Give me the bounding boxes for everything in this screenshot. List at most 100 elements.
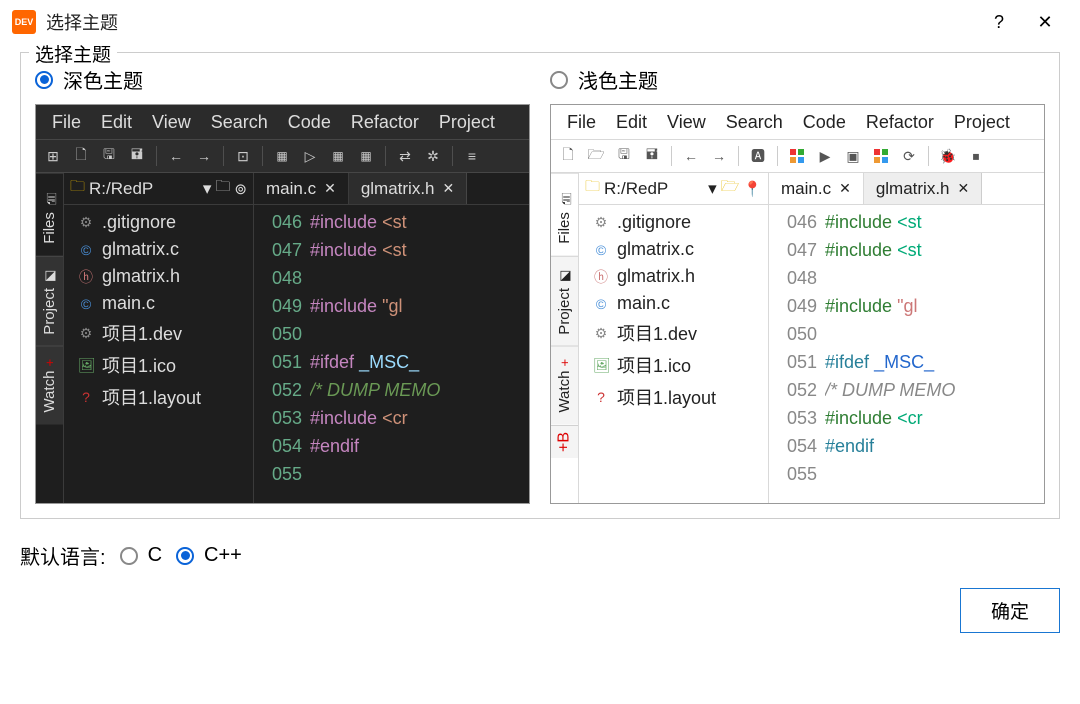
open-icon[interactable]: 🗁 — [585, 145, 607, 167]
path-text[interactable]: R:/RedP — [604, 179, 704, 199]
new-file-icon[interactable]: ⊞ — [42, 145, 64, 167]
save-icon[interactable]: 🖫 — [613, 145, 635, 167]
light-theme-radio[interactable]: 浅色主题 — [550, 65, 1045, 94]
file-item[interactable]: ?项目1.layout — [579, 381, 768, 413]
save-all-icon[interactable]: 🖬 — [641, 145, 663, 167]
sidetab-project[interactable]: Project◩ — [551, 256, 578, 347]
close-tab-icon[interactable]: ✕ — [324, 180, 336, 197]
dropdown-icon[interactable]: ▾ — [708, 179, 717, 199]
close-button[interactable]: ✕ — [1022, 4, 1068, 40]
clean-icon[interactable]: ⟳ — [898, 145, 920, 167]
file-name: .gitignore — [617, 212, 691, 233]
file-item[interactable]: ©glmatrix.c — [64, 236, 253, 263]
ok-button[interactable]: 确定 — [960, 588, 1060, 633]
open-folder-icon[interactable]: 🗀 — [215, 176, 230, 201]
menu-search[interactable]: Search — [201, 108, 278, 137]
pin-icon[interactable]: 📍 — [743, 180, 762, 198]
file-item[interactable]: 🖼项目1.ico — [64, 349, 253, 381]
code-dark[interactable]: #include <st#include <st#include "gl#ifd… — [310, 205, 529, 503]
forward-icon[interactable]: → — [708, 145, 730, 167]
menu-project[interactable]: Project — [944, 108, 1020, 137]
back-icon[interactable]: ← — [165, 145, 187, 167]
file-item[interactable]: ?项目1.layout — [64, 381, 253, 413]
back-icon[interactable]: ← — [680, 145, 702, 167]
editor-tab[interactable]: main.c✕ — [254, 173, 349, 204]
file-item[interactable]: ©main.c — [579, 290, 768, 317]
indent-icon[interactable]: ≡ — [461, 145, 483, 167]
menu-view[interactable]: View — [657, 108, 716, 137]
file-item[interactable]: 🖼项目1.ico — [579, 349, 768, 381]
lang-c-radio[interactable]: C — [120, 544, 162, 567]
sidetab-breakpoints[interactable]: +B — [551, 425, 578, 458]
editor-tab[interactable]: glmatrix.h✕ — [349, 173, 467, 204]
lang-cpp-radio[interactable]: C++ — [176, 544, 242, 567]
save-icon[interactable]: 🖫 — [98, 145, 120, 167]
bug-icon[interactable]: 🐞 — [937, 145, 959, 167]
forward-icon[interactable]: → — [193, 145, 215, 167]
stop-icon[interactable]: ⏹ — [965, 145, 987, 167]
help-button[interactable]: ? — [976, 4, 1022, 40]
locate-icon[interactable]: ⊚ — [234, 180, 247, 198]
menu-edit[interactable]: Edit — [606, 108, 657, 137]
build-icon[interactable] — [786, 145, 808, 167]
sidetab-project[interactable]: Project◩ — [36, 256, 63, 347]
settings-icon[interactable]: ⇄ — [394, 145, 416, 167]
clean-icon[interactable]: ▦ — [355, 145, 377, 167]
save-all-icon[interactable]: 🖬 — [126, 145, 148, 167]
app-icon: DEV — [12, 10, 36, 34]
file-item[interactable]: ⓗglmatrix.h — [579, 263, 768, 290]
menu-code[interactable]: Code — [278, 108, 341, 137]
menu-refactor[interactable]: Refactor — [856, 108, 944, 137]
rebuild-icon[interactable]: ▦ — [327, 145, 349, 167]
build-run-icon[interactable]: ▣ — [842, 145, 864, 167]
close-tab-icon[interactable]: ✕ — [839, 180, 851, 197]
file-item[interactable]: ⚙.gitignore — [64, 209, 253, 236]
file-item[interactable]: ⚙.gitignore — [579, 209, 768, 236]
file-item[interactable]: ©main.c — [64, 290, 253, 317]
sidetab-watch[interactable]: Watch+ — [551, 346, 578, 425]
menu-file[interactable]: File — [557, 108, 606, 137]
radio-icon — [120, 547, 138, 565]
sidetab-watch[interactable]: Watch+ — [36, 346, 63, 425]
open-folder-icon[interactable]: 🗁 — [721, 176, 740, 201]
file-item[interactable]: ⚙项目1.dev — [579, 317, 768, 349]
path-text[interactable]: R:/RedP — [89, 179, 199, 199]
gutter-dark: 046047048049050051052053054055 — [254, 205, 310, 503]
dropdown-icon[interactable]: ▾ — [203, 179, 212, 199]
menu-view[interactable]: View — [142, 108, 201, 137]
debug-icon[interactable]: ✲ — [422, 145, 444, 167]
file-item[interactable]: ©glmatrix.c — [579, 236, 768, 263]
file-icon: ? — [78, 389, 94, 405]
dark-theme-radio[interactable]: 深色主题 — [35, 65, 530, 94]
editor-tab[interactable]: main.c✕ — [769, 173, 864, 204]
close-tab-icon[interactable]: ✕ — [443, 180, 455, 197]
editor-tab[interactable]: glmatrix.h✕ — [864, 173, 982, 204]
menu-search[interactable]: Search — [716, 108, 793, 137]
target-icon[interactable]: 🅰 — [747, 145, 769, 167]
close-tab-icon[interactable]: ✕ — [958, 180, 970, 197]
run-icon[interactable]: ▶ — [814, 145, 836, 167]
run-icon[interactable]: ▷ — [299, 145, 321, 167]
light-theme-column: 浅色主题 FileEditViewSearchCodeRefactorProje… — [550, 65, 1045, 504]
target-icon[interactable]: ⊡ — [232, 145, 254, 167]
editor-tabs-dark: main.c✕glmatrix.h✕ — [254, 173, 529, 205]
fieldset-legend: 选择主题 — [29, 40, 117, 67]
menu-project[interactable]: Project — [429, 108, 505, 137]
open-icon[interactable]: 🗋 — [70, 145, 92, 167]
sidetab-files[interactable]: Files🗎 — [551, 173, 578, 256]
menu-code[interactable]: Code — [793, 108, 856, 137]
menu-edit[interactable]: Edit — [91, 108, 142, 137]
lang-label: 默认语言: — [20, 541, 106, 570]
rebuild-icon[interactable] — [870, 145, 892, 167]
file-item[interactable]: ⚙项目1.dev — [64, 317, 253, 349]
sidetabs-light: Files🗎Project◩Watch++B — [551, 173, 579, 503]
light-preview: FileEditViewSearchCodeRefactorProject 🗋 … — [550, 104, 1045, 504]
code-light[interactable]: #include <st#include <st#include "gl#ifd… — [825, 205, 1044, 503]
menu-file[interactable]: File — [42, 108, 91, 137]
build-icon[interactable]: ▦ — [271, 145, 293, 167]
new-file-icon[interactable]: 🗋 — [557, 145, 579, 167]
toolbar-light: 🗋 🗁 🖫 🖬 ← → 🅰 ▶ ▣ ⟳ — [551, 139, 1044, 173]
sidetab-files[interactable]: Files🗎 — [36, 173, 63, 256]
menu-refactor[interactable]: Refactor — [341, 108, 429, 137]
file-item[interactable]: ⓗglmatrix.h — [64, 263, 253, 290]
